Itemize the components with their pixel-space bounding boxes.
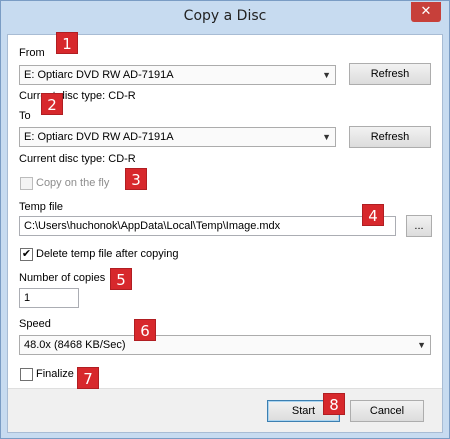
marker-2: 2 (41, 93, 63, 115)
chevron-down-icon: ▼ (322, 70, 331, 80)
button-bar: Start Cancel (8, 388, 442, 432)
speed-value: 48.0x (8468 KB/Sec) (24, 339, 126, 351)
to-drive-value: E: Optiarc DVD RW AD-7191A (24, 131, 174, 143)
from-drive-value: E: Optiarc DVD RW AD-7191A (24, 69, 174, 81)
to-drive-select[interactable]: E: Optiarc DVD RW AD-7191A ▼ (19, 127, 336, 147)
to-label: To (19, 110, 31, 122)
copy-on-the-fly-label: Copy on the fly (36, 177, 110, 189)
marker-4: 4 (362, 204, 384, 226)
cancel-button[interactable]: Cancel (350, 400, 424, 422)
from-disc-type: Current disc type: CD-R (19, 90, 136, 102)
copy-on-the-fly-checkbox[interactable] (20, 177, 33, 190)
title-bar[interactable]: Copy a Disc ✕ (1, 1, 449, 34)
from-refresh-button[interactable]: Refresh (349, 63, 431, 85)
marker-3: 3 (125, 168, 147, 190)
temp-file-label: Temp file (19, 201, 64, 213)
browse-button[interactable]: ... (406, 215, 432, 237)
temp-file-input[interactable]: C:\Users\huchonok\AppData\Local\Temp\Ima… (19, 216, 396, 236)
speed-label: Speed (19, 318, 51, 330)
from-label: From (19, 47, 45, 59)
marker-8: 8 (323, 393, 345, 415)
dialog-body: From E: Optiarc DVD RW AD-7191A ▼ Refres… (7, 34, 443, 433)
copy-disc-window: Copy a Disc ✕ From E: Optiarc DVD RW AD-… (0, 0, 450, 439)
delete-temp-label: Delete temp file after copying (36, 248, 179, 260)
marker-5: 5 (110, 268, 132, 290)
from-drive-select[interactable]: E: Optiarc DVD RW AD-7191A ▼ (19, 65, 336, 85)
to-disc-type: Current disc type: CD-R (19, 153, 136, 165)
copies-input[interactable]: 1 (19, 288, 79, 308)
window-title: Copy a Disc (183, 8, 267, 24)
chevron-down-icon: ▼ (322, 132, 331, 142)
copies-label: Number of copies (19, 272, 106, 284)
marker-7: 7 (77, 367, 99, 389)
marker-6: 6 (134, 319, 156, 341)
close-button[interactable]: ✕ (411, 2, 441, 22)
finalize-checkbox[interactable] (20, 368, 33, 381)
to-refresh-button[interactable]: Refresh (349, 126, 431, 148)
delete-temp-checkbox[interactable]: ✔ (20, 248, 33, 261)
speed-select[interactable]: 48.0x (8468 KB/Sec) ▼ (19, 335, 431, 355)
marker-1: 1 (56, 32, 78, 54)
finalize-label: Finalize (36, 368, 74, 380)
chevron-down-icon: ▼ (417, 340, 426, 350)
